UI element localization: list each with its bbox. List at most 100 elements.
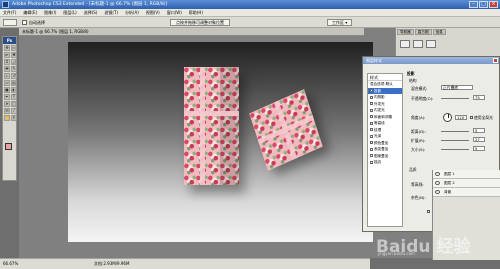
lasso-tool-icon[interactable]: ᓂ bbox=[4, 52, 10, 58]
panel-thumb-icon[interactable] bbox=[413, 40, 423, 48]
angle-dial[interactable] bbox=[443, 113, 452, 122]
menu-edit[interactable]: 编辑(E) bbox=[23, 10, 37, 16]
menu-help[interactable]: 帮助(H) bbox=[189, 10, 203, 16]
opacity-slider[interactable] bbox=[441, 98, 469, 99]
path-select-tool-icon[interactable]: ➤ bbox=[4, 101, 10, 107]
maximize-icon[interactable]: □ bbox=[479, 1, 488, 8]
notes-tool-icon[interactable]: ✉ bbox=[4, 108, 10, 114]
options-bar: 自动选择 点按并拖移可调整对象位置 工作区 ▾ bbox=[0, 17, 500, 28]
opacity-label: 不透明度(O): bbox=[411, 96, 434, 101]
distance-label: 距离(D): bbox=[411, 129, 426, 134]
clone-stamp-tool-icon[interactable]: ⊥ bbox=[4, 73, 10, 79]
layer-name: 背景 bbox=[444, 190, 452, 194]
hand-tool-icon[interactable]: ✋ bbox=[4, 115, 10, 121]
noise-label: 杂色(N): bbox=[411, 195, 426, 200]
magic-wand-tool-icon[interactable]: ✱ bbox=[11, 52, 17, 58]
size-slider[interactable] bbox=[441, 149, 469, 150]
global-light-checkbox[interactable] bbox=[470, 116, 473, 119]
move-tool-icon[interactable]: ✥ bbox=[4, 45, 10, 51]
layer-name: 图层 2 bbox=[444, 181, 455, 185]
dodge-tool-icon[interactable]: ◐ bbox=[11, 87, 17, 93]
style-checkbox[interactable] bbox=[370, 108, 373, 112]
quality-label: 品质 bbox=[409, 167, 417, 172]
status-bar: 66.67% 文档:2.93M/9.96M bbox=[0, 258, 370, 269]
eraser-tool-icon[interactable]: ▱ bbox=[4, 80, 10, 86]
healing-brush-tool-icon[interactable]: ✚ bbox=[4, 66, 10, 72]
zoom-level[interactable]: 66.67% bbox=[3, 259, 18, 269]
auto-select-label: 自动选择 bbox=[29, 20, 45, 25]
shape-tool-icon[interactable]: ▢ bbox=[11, 101, 17, 107]
style-list: 样式 混合选项:默认 投影 内阴影 外发光 内发光 斜面和浮雕 等高线 纹理 光… bbox=[367, 73, 403, 227]
slice-tool-icon[interactable]: ◿ bbox=[11, 59, 17, 65]
panel-thumb-icon[interactable] bbox=[400, 40, 410, 48]
dialog-title: 图层样式 bbox=[363, 57, 499, 64]
style-list-header[interactable]: 样式 bbox=[368, 74, 402, 81]
tool-preset-picker[interactable] bbox=[3, 19, 17, 26]
spread-label: 扩展(R): bbox=[411, 138, 426, 143]
menu-analysis[interactable]: 分析(A) bbox=[125, 10, 139, 16]
tab-histogram[interactable]: 直方图 bbox=[414, 29, 432, 35]
menu-image[interactable]: 图像(I) bbox=[44, 10, 56, 16]
style-checkbox[interactable] bbox=[370, 160, 373, 164]
brush-tool-icon[interactable]: ✎ bbox=[11, 66, 17, 72]
spread-input[interactable]: 27 bbox=[473, 137, 485, 142]
contour-label: 等高线: bbox=[411, 182, 424, 187]
size-input[interactable]: 5 bbox=[473, 146, 485, 151]
foreground-color-swatch[interactable] bbox=[5, 143, 12, 150]
minimize-icon[interactable]: – bbox=[469, 1, 478, 8]
layer-row[interactable]: 图层 2 bbox=[433, 179, 500, 188]
baidu-watermark: Baidu 经验 jingyan.baidu.com bbox=[376, 232, 470, 257]
eyedropper-tool-icon[interactable]: ⁄ bbox=[11, 108, 17, 114]
spread-slider[interactable] bbox=[441, 140, 469, 141]
gradient-tool-icon[interactable]: ▤ bbox=[11, 80, 17, 86]
menu-select[interactable]: 选择(S) bbox=[84, 10, 98, 16]
knockout-checkbox[interactable] bbox=[427, 210, 430, 213]
type-tool-icon[interactable]: T bbox=[11, 94, 17, 100]
auto-select-checkbox[interactable] bbox=[22, 20, 27, 25]
style-checkbox[interactable] bbox=[370, 154, 373, 158]
document-tab[interactable]: 未标题-1 @ 66.7% (图层 1, RGB/8) bbox=[19, 28, 364, 36]
style-checkbox[interactable] bbox=[370, 89, 373, 93]
menu-view[interactable]: 视图(V) bbox=[146, 10, 160, 16]
style-checkbox[interactable] bbox=[370, 95, 373, 99]
close-icon[interactable]: × bbox=[489, 1, 498, 8]
menu-file[interactable]: 文件(F) bbox=[3, 10, 16, 16]
menu-bar: 文件(F) 编辑(E) 图像(I) 图层(L) 选择(S) 滤镜(T) 分析(A… bbox=[0, 9, 500, 17]
opacity-input[interactable]: 75 bbox=[473, 95, 485, 100]
menu-window[interactable]: 窗口(W) bbox=[167, 10, 182, 16]
workspace-button[interactable]: 工作区 ▾ bbox=[327, 19, 353, 26]
menu-filter[interactable]: 滤镜(T) bbox=[104, 10, 118, 16]
menu-layer[interactable]: 图层(L) bbox=[63, 10, 76, 16]
style-checkbox[interactable] bbox=[370, 134, 373, 138]
transform-hint-button[interactable]: 点按并拖移可调整对象位置 bbox=[170, 19, 230, 26]
style-item-label: 描边 bbox=[374, 160, 382, 164]
layer-row[interactable]: 图层 1 bbox=[433, 170, 500, 179]
style-checkbox[interactable] bbox=[370, 115, 373, 119]
tab-info[interactable]: 信息 bbox=[432, 29, 446, 35]
style-checkbox[interactable] bbox=[370, 141, 373, 145]
angle-input[interactable]: 120 bbox=[455, 115, 467, 120]
tab-navigator[interactable]: 导航器 bbox=[397, 29, 414, 35]
close-icon[interactable] bbox=[493, 58, 498, 63]
blend-mode-select[interactable]: 正片叠底 bbox=[441, 85, 473, 90]
visibility-eye-icon[interactable] bbox=[435, 190, 440, 194]
crop-tool-icon[interactable]: ⌗ bbox=[4, 59, 10, 65]
visibility-eye-icon[interactable] bbox=[435, 181, 440, 185]
distance-input[interactable]: 5 bbox=[473, 128, 485, 133]
visibility-eye-icon[interactable] bbox=[435, 172, 440, 176]
style-item-stroke[interactable]: 描边 bbox=[368, 159, 402, 166]
style-checkbox[interactable] bbox=[370, 102, 373, 106]
panel-thumb-icon[interactable] bbox=[426, 40, 436, 48]
marquee-tool-icon[interactable]: ▭ bbox=[11, 45, 17, 51]
blur-tool-icon[interactable]: ● bbox=[4, 87, 10, 93]
pen-tool-icon[interactable]: ✒ bbox=[4, 94, 10, 100]
document-info[interactable]: 文档:2.93M/9.96M bbox=[94, 259, 129, 269]
style-checkbox[interactable] bbox=[370, 147, 373, 151]
style-checkbox[interactable] bbox=[370, 128, 373, 132]
style-checkbox[interactable] bbox=[370, 121, 373, 125]
layer-row[interactable]: 背景 bbox=[433, 188, 500, 197]
section-title: 投影 bbox=[407, 71, 415, 76]
history-brush-tool-icon[interactable]: ↺ bbox=[11, 73, 17, 79]
distance-slider[interactable] bbox=[441, 131, 469, 132]
zoom-tool-icon[interactable]: ⚲ bbox=[11, 115, 17, 121]
